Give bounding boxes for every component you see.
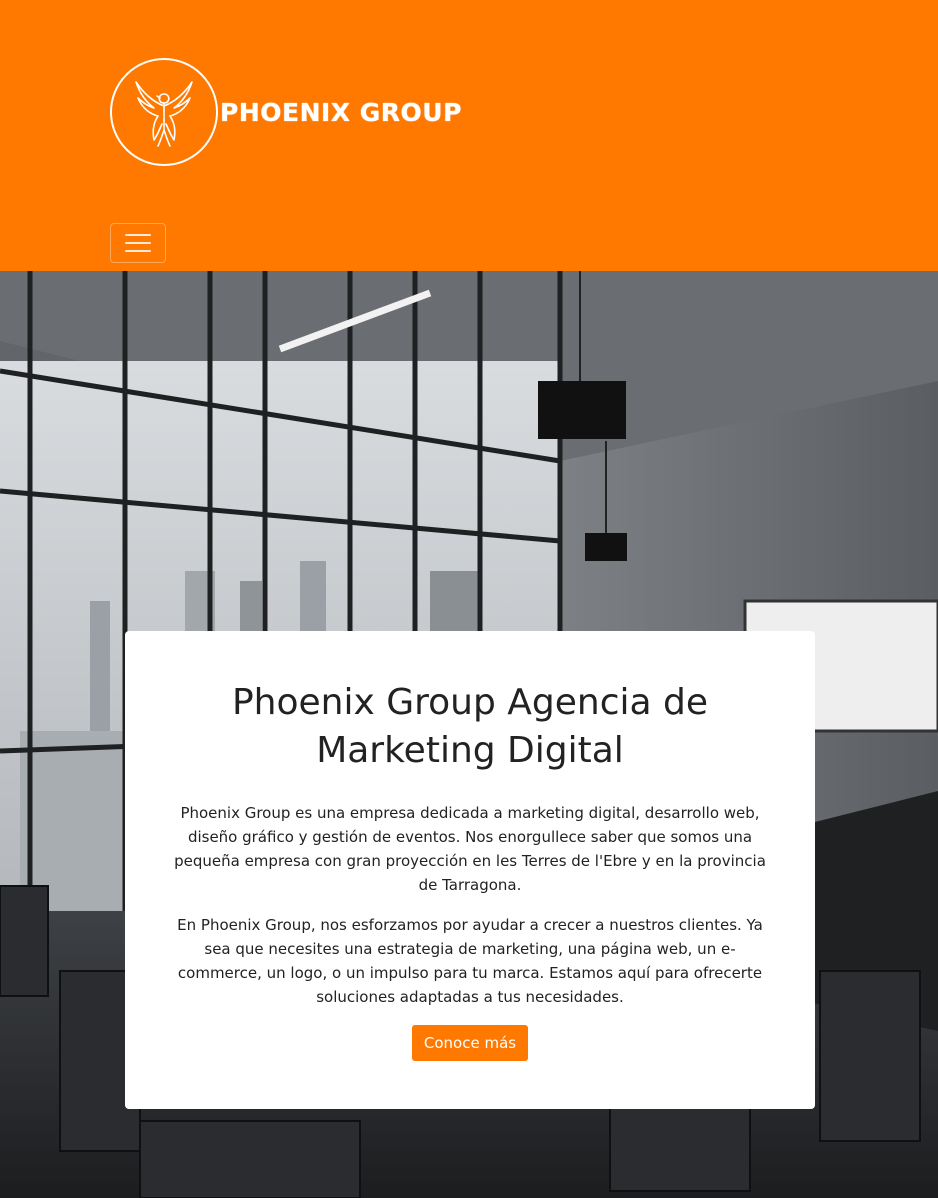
learn-more-button[interactable]: Conoce más <box>411 1025 529 1061</box>
hero-card: Phoenix Group Agencia de Marketing Digit… <box>125 631 815 1109</box>
phoenix-bird-icon <box>110 58 218 166</box>
hero-section: Phoenix Group Agencia de Marketing Digit… <box>0 271 938 1198</box>
hamburger-menu-icon <box>125 234 151 252</box>
hero-paragraph-1: Phoenix Group es una empresa dedicada a … <box>174 804 766 894</box>
menu-toggle-button[interactable] <box>110 223 166 263</box>
hero-paragraph-2: En Phoenix Group, nos esforzamos por ayu… <box>177 916 763 1006</box>
site-header: PHOENIX GROUP <box>0 0 938 271</box>
brand-logo-link[interactable]: PHOENIX GROUP <box>110 58 462 166</box>
hero-title: Phoenix Group Agencia de Marketing Digit… <box>231 682 709 771</box>
brand-name: PHOENIX GROUP <box>220 97 462 127</box>
